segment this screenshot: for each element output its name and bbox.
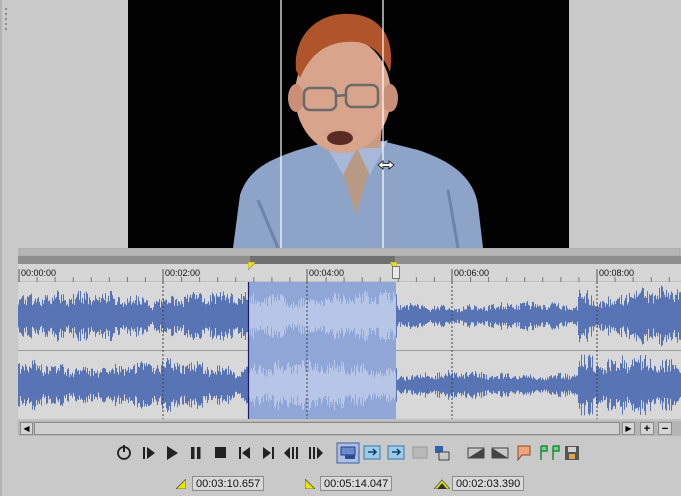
selection-end-marker[interactable] — [388, 257, 398, 271]
play-icon[interactable] — [163, 443, 181, 463]
selection-end-icon — [304, 476, 316, 490]
edit-tool-icon[interactable] — [337, 443, 359, 463]
pause-icon[interactable] — [187, 443, 205, 463]
snap-icon[interactable] — [411, 443, 429, 463]
video-preview — [128, 0, 569, 248]
playhead-handle[interactable] — [392, 266, 400, 279]
loop-out-icon[interactable] — [387, 443, 405, 463]
scrollbar-thumb[interactable] — [34, 422, 620, 435]
loop-in-icon[interactable] — [363, 443, 381, 463]
trim-icon[interactable] — [433, 443, 451, 463]
next-marker-icon[interactable] — [259, 443, 277, 463]
zoom-out-button[interactable]: − — [658, 422, 672, 435]
marker-icon[interactable] — [516, 443, 534, 463]
ruler-tick-label: 00:02:00 — [165, 268, 201, 278]
loop-icon[interactable] — [116, 443, 134, 463]
region-icon[interactable] — [539, 443, 563, 463]
stop-icon[interactable] — [211, 443, 229, 463]
frame-back-icon[interactable] — [282, 443, 300, 463]
fade-in-icon[interactable] — [467, 443, 485, 463]
selection-start-timecode[interactable]: 00:03:10.657 — [192, 476, 264, 491]
scroll-left-button[interactable]: ◀ — [20, 422, 33, 435]
frame-forward-icon[interactable] — [306, 443, 324, 463]
prev-marker-icon[interactable] — [235, 443, 253, 463]
scroll-right-button[interactable]: ▶ — [622, 422, 635, 435]
ruler-tick-label: 00:04:00 — [309, 268, 345, 278]
selection-start-icon — [175, 476, 187, 490]
selection-start-marker[interactable] — [247, 257, 257, 271]
presenter-video-frame — [128, 0, 569, 248]
zoom-in-button[interactable]: + — [640, 422, 654, 435]
transport-toolbar — [112, 442, 582, 464]
selection-end-timecode[interactable]: 00:05:14.047 — [320, 476, 392, 491]
ruler-tick-label: 00:08:00 — [599, 268, 635, 278]
panel-grip-icon[interactable] — [3, 8, 11, 38]
ruler-tick-label: 00:06:00 — [454, 268, 490, 278]
play-from-start-icon[interactable] — [140, 443, 158, 463]
waveform-area[interactable] — [18, 282, 681, 419]
selection-length-timecode[interactable]: 00:02:03.390 — [452, 476, 524, 491]
time-ruler[interactable]: 00:00:00 00:02:00 00:04:00 00:06:00 00:0… — [18, 264, 681, 282]
ruler-tick-label: 00:00:00 — [21, 268, 57, 278]
scrollbar-row: ◀ ▶ + − — [18, 421, 681, 436]
fade-out-icon[interactable] — [491, 443, 509, 463]
left-edge — [0, 0, 2, 496]
save-icon[interactable] — [564, 443, 580, 463]
selection-length-icon — [433, 476, 451, 490]
